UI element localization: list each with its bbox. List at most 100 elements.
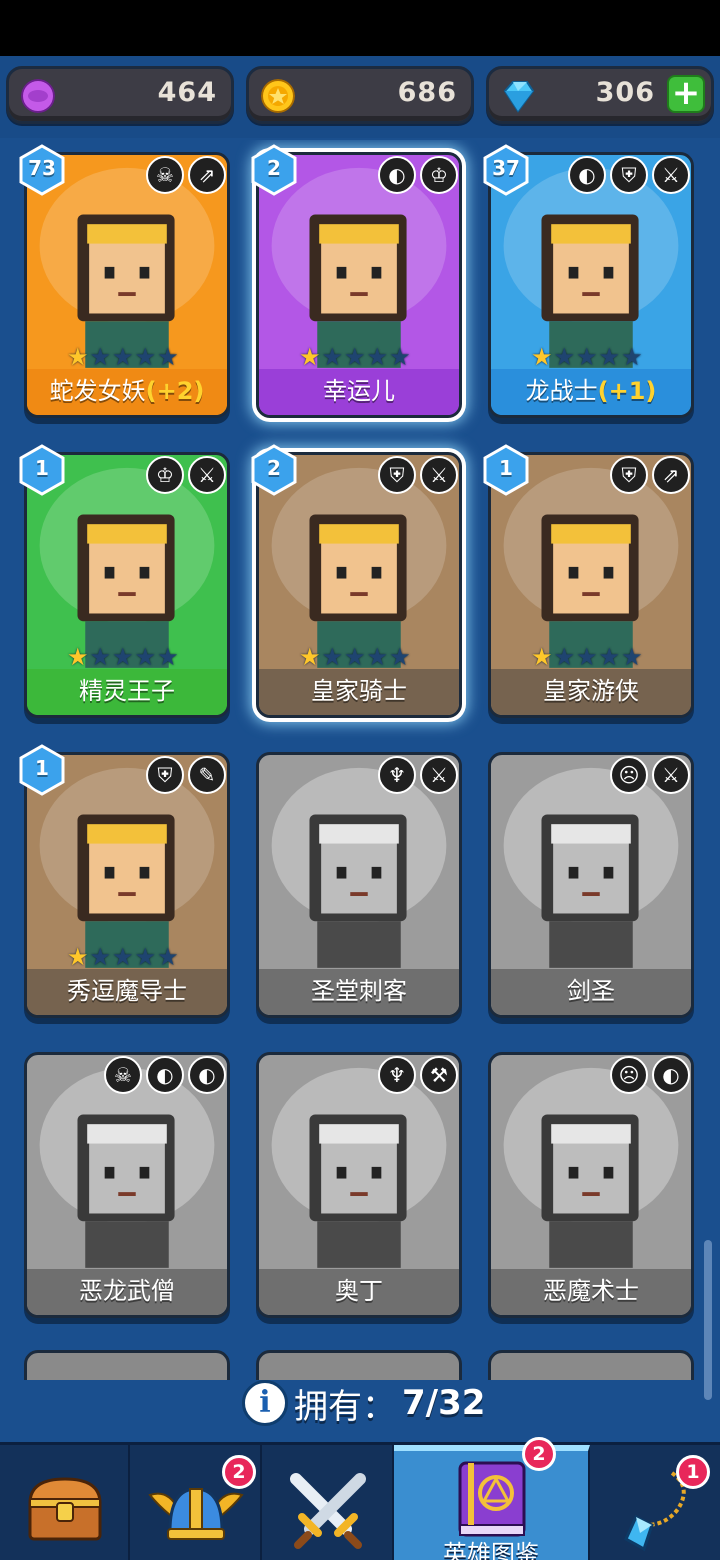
class-badges: ◐ ⛨ ⚔ [568, 156, 690, 194]
star-icon: ★ [67, 943, 89, 971]
star-icon: ★ [389, 343, 411, 371]
hero-card-partial[interactable] [24, 1350, 230, 1380]
hero-card[interactable]: 奥丁 ♆ ⚒ [256, 1052, 462, 1318]
hero-level: 1 [35, 456, 49, 480]
star-icon: ★ [67, 343, 89, 371]
info-icon[interactable]: i [242, 1380, 288, 1426]
tab-amulet[interactable]: 1 [590, 1445, 720, 1560]
gem-counter: 306 + [486, 66, 714, 124]
class-badge-icon: ⚔ [652, 756, 690, 794]
hero-name-bar: 皇家骑士 [259, 669, 459, 715]
notification-badge: 2 [522, 1437, 556, 1471]
hero-level: 73 [28, 156, 56, 180]
star-icon: ★ [112, 943, 134, 971]
star-icon: ★ [134, 643, 157, 671]
hero-card[interactable]: ★ ★ ★ ★ ★ 幸运儿 ◐ ♔ 2 [251, 144, 462, 418]
class-badges: ☠ ◐ ◐ [104, 1056, 226, 1094]
star-icon: ★ [389, 643, 411, 671]
star-icon: ★ [157, 943, 179, 971]
hero-level: 2 [267, 156, 281, 180]
star-rating: ★ ★ ★ ★ ★ [67, 345, 179, 369]
hero-name: 恶魔术士 [543, 1277, 639, 1305]
class-badge-icon: ⚔ [420, 756, 458, 794]
star-rating: ★ ★ ★ ★ ★ [531, 645, 643, 669]
class-badges: ☠ ⇗ [146, 156, 226, 194]
star-icon: ★ [321, 343, 344, 371]
hero-card[interactable]: ★ ★ ★ ★ ★ 皇家骑士 ⛨ ⚔ 2 [251, 444, 462, 718]
class-badge-icon: ♆ [378, 1056, 416, 1094]
class-badges: ♆ ⚒ [378, 1056, 458, 1094]
star-icon: ★ [134, 943, 157, 971]
hero-card[interactable]: 恶龙武僧 ☠ ◐ ◐ [24, 1052, 230, 1318]
star-icon: ★ [157, 643, 179, 671]
hero-name-bar: 幸运儿 [259, 369, 459, 415]
level-badge: 2 [250, 444, 298, 496]
treasure-chest-icon [28, 1477, 102, 1541]
class-badge-icon: ☹ [610, 756, 648, 794]
class-badge-icon: ⛨ [378, 456, 416, 494]
tab-chest[interactable] [0, 1445, 130, 1560]
star-icon: ★ [598, 643, 621, 671]
hero-name: 皇家游侠 [543, 677, 639, 705]
add-gems-button[interactable]: + [667, 75, 705, 113]
class-badge-icon: ☠ [146, 156, 184, 194]
hero-level: 1 [35, 756, 49, 780]
star-icon: ★ [621, 343, 643, 371]
level-badge: 1 [18, 444, 66, 496]
hero-card-partial[interactable] [488, 1350, 694, 1380]
hero-card[interactable]: 恶魔术士 ☹ ◐ [488, 1052, 694, 1318]
level-badge: 1 [482, 444, 530, 496]
hero-card[interactable]: ★ ★ ★ ★ ★ 皇家游侠 ⛨ ⇗ 1 [483, 444, 694, 718]
class-badge-icon: ◐ [378, 156, 416, 194]
class-badge-icon: ☠ [104, 1056, 142, 1094]
hero-card[interactable]: 圣堂刺客 ♆ ⚔ [256, 752, 462, 1018]
star-icon: ★ [531, 343, 553, 371]
class-badges: ☹ ◐ [610, 1056, 690, 1094]
star-icon: ★ [112, 643, 134, 671]
hero-level: 1 [499, 456, 513, 480]
hero-name: 幸运儿 [323, 377, 395, 405]
gold-value: 686 [397, 77, 457, 108]
potion-value: 464 [157, 77, 217, 108]
hero-name-bar: 秀逗魔导士 [27, 969, 227, 1015]
hero-name: 精灵王子 [79, 677, 175, 705]
hero-name-bar: 龙战士(+1) [491, 369, 691, 415]
spell-book-icon [458, 1461, 526, 1537]
class-badge-icon: ◐ [188, 1056, 226, 1094]
star-icon: ★ [299, 643, 321, 671]
class-badge-icon: ⇗ [188, 156, 226, 194]
class-badge-icon: ✎ [188, 756, 226, 794]
tab-battle[interactable] [262, 1445, 394, 1560]
star-icon: ★ [134, 343, 157, 371]
star-icon: ★ [89, 943, 112, 971]
class-badges: ⛨ ✎ [146, 756, 226, 794]
scrollbar[interactable] [704, 1240, 712, 1400]
hero-name: 奥丁 [335, 1277, 383, 1305]
hero-name: 圣堂刺客 [311, 977, 407, 1005]
star-icon: ★ [553, 643, 576, 671]
tab-hero-book-label: 英雄图鉴 [443, 1540, 539, 1560]
purple-token-icon [21, 79, 55, 113]
star-icon: ★ [299, 343, 321, 371]
hero-name-bar: 精灵王子 [27, 669, 227, 715]
star-rating: ★ ★ ★ ★ ★ [531, 345, 643, 369]
class-badge-icon: ⛨ [610, 156, 648, 194]
hero-name: 龙战士 [525, 377, 598, 405]
hero-name: 恶龙武僧 [79, 1277, 175, 1305]
hero-card[interactable]: ★ ★ ★ ★ ★ 蛇发女妖(+2) ☠ ⇗ 73 [19, 144, 230, 418]
star-icon: ★ [321, 643, 344, 671]
hero-card[interactable]: 剑圣 ☹ ⚔ [488, 752, 694, 1018]
star-icon: ★ [112, 343, 134, 371]
tab-heroes[interactable]: 2 [130, 1445, 262, 1560]
class-badges: ☹ ⚔ [610, 756, 690, 794]
class-badges: ⛨ ⚔ [378, 456, 458, 494]
hero-name-bar: 圣堂刺客 [259, 969, 459, 1015]
class-badge-icon: ⚔ [188, 456, 226, 494]
hero-level: 2 [267, 456, 281, 480]
hero-card[interactable]: ★ ★ ★ ★ ★ 精灵王子 ♔ ⚔ 1 [19, 444, 230, 718]
hero-card[interactable]: ★ ★ ★ ★ ★ 龙战士(+1) ◐ ⛨ ⚔ 37 [483, 144, 694, 418]
class-badge-icon: ⇗ [652, 456, 690, 494]
hero-card[interactable]: ★ ★ ★ ★ ★ 秀逗魔导士 ⛨ ✎ 1 [19, 744, 230, 1018]
tab-hero-book[interactable]: 2 英雄图鉴 [394, 1437, 590, 1560]
class-badge-icon: ⚔ [652, 156, 690, 194]
